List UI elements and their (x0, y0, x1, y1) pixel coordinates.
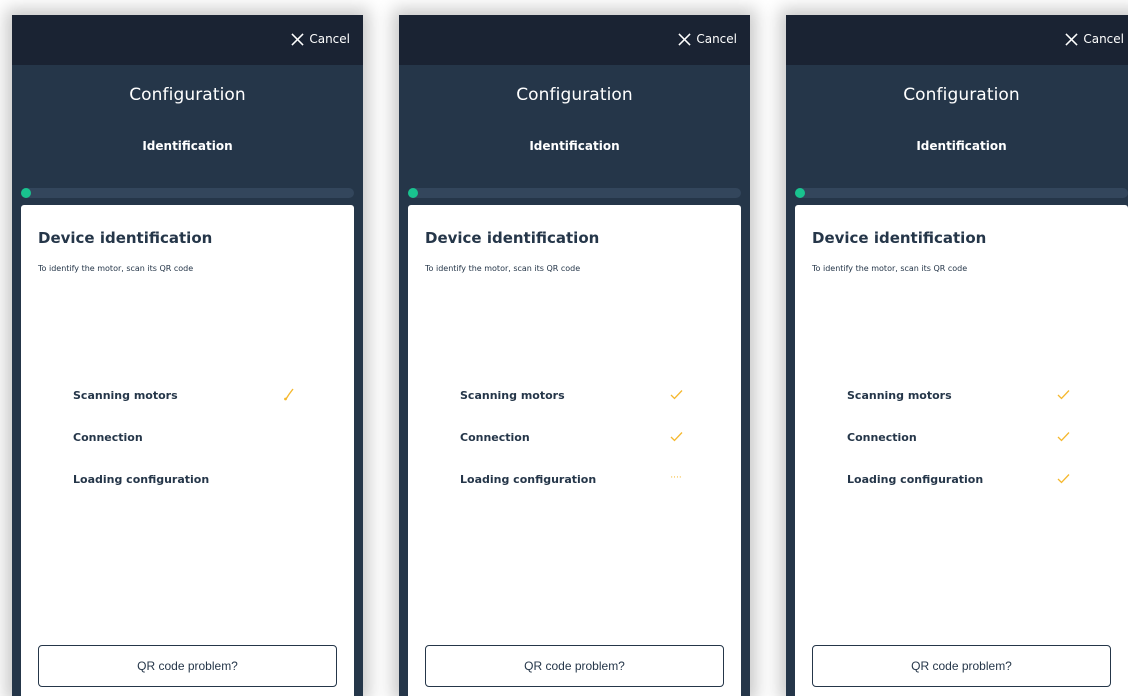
progress-fill (795, 188, 805, 198)
top-bar: Cancel (786, 15, 1128, 65)
top-bar: Cancel (12, 15, 363, 65)
cancel-button[interactable]: Cancel (1065, 32, 1124, 46)
step-subtitle: Identification (916, 139, 1007, 153)
card-description: To identify the motor, scan its QR code (812, 264, 968, 273)
card-description: To identify the motor, scan its QR code (425, 264, 581, 273)
close-icon (1065, 32, 1078, 46)
screen-3: Cancel Configuration Identification Devi… (786, 15, 1128, 696)
step-label: Scanning motors (460, 389, 565, 402)
identification-card: Device identification To identify the mo… (795, 205, 1128, 696)
step-list: Scanning motors Connection Loading confi… (847, 389, 1087, 515)
checkmark-icon (1056, 471, 1070, 485)
screen-2: Cancel Configuration Identification Devi… (399, 15, 750, 696)
checkmark-icon (1056, 429, 1070, 443)
card-title: Device identification (38, 229, 213, 247)
progress-bar (408, 188, 741, 198)
step-label: Loading configuration (73, 473, 210, 486)
progress-fill (408, 188, 418, 198)
cancel-label: Cancel (309, 32, 350, 46)
checkmark-icon (1056, 387, 1070, 401)
close-icon (678, 32, 691, 46)
step-label: Loading configuration (847, 473, 984, 486)
step-subtitle: Identification (142, 139, 233, 153)
cancel-button[interactable]: Cancel (678, 32, 737, 46)
progress-fill (21, 188, 31, 198)
step-label: Loading configuration (460, 473, 597, 486)
card-title: Device identification (425, 229, 600, 247)
step-connection: Connection (460, 431, 700, 473)
step-list: Scanning motors Connection Loading confi… (73, 387, 313, 515)
page-title: Configuration (129, 85, 246, 105)
step-connection: Connection (847, 431, 1087, 473)
cancel-button[interactable]: Cancel (291, 32, 350, 46)
step-subtitle: Identification (529, 139, 620, 153)
qr-code-problem-button[interactable]: QR code problem? (38, 645, 337, 687)
step-scanning-motors: Scanning motors (73, 387, 313, 431)
step-label: Connection (460, 431, 530, 444)
step-label: Scanning motors (847, 389, 952, 402)
screen-1: Cancel Configuration Identification Devi… (12, 15, 363, 696)
step-loading-configuration: Loading configuration (73, 473, 313, 515)
progress-bar (795, 188, 1128, 198)
step-label: Connection (847, 431, 917, 444)
step-list: Scanning motors Connection Loading confi… (460, 389, 700, 515)
spinner-icon (282, 387, 296, 401)
cancel-label: Cancel (696, 32, 737, 46)
page-title: Configuration (516, 85, 633, 105)
checkmark-icon (669, 387, 683, 401)
progress-bar (21, 188, 354, 198)
qr-code-problem-button[interactable]: QR code problem? (812, 645, 1111, 687)
step-label: Connection (73, 431, 143, 444)
step-connection: Connection (73, 431, 313, 473)
loading-dots-icon: ···· (670, 473, 682, 483)
page-title: Configuration (903, 85, 1020, 105)
step-scanning-motors: Scanning motors (847, 389, 1087, 431)
qr-code-problem-button[interactable]: QR code problem? (425, 645, 724, 687)
card-description: To identify the motor, scan its QR code (38, 264, 194, 273)
step-loading-configuration: Loading configuration (847, 473, 1087, 515)
identification-card: Device identification To identify the mo… (21, 205, 354, 696)
identification-card: Device identification To identify the mo… (408, 205, 741, 696)
step-loading-configuration: Loading configuration ···· (460, 473, 700, 515)
step-scanning-motors: Scanning motors (460, 389, 700, 431)
step-label: Scanning motors (73, 389, 178, 402)
cancel-label: Cancel (1083, 32, 1124, 46)
top-bar: Cancel (399, 15, 750, 65)
checkmark-icon (669, 429, 683, 443)
card-title: Device identification (812, 229, 987, 247)
close-icon (291, 32, 304, 46)
